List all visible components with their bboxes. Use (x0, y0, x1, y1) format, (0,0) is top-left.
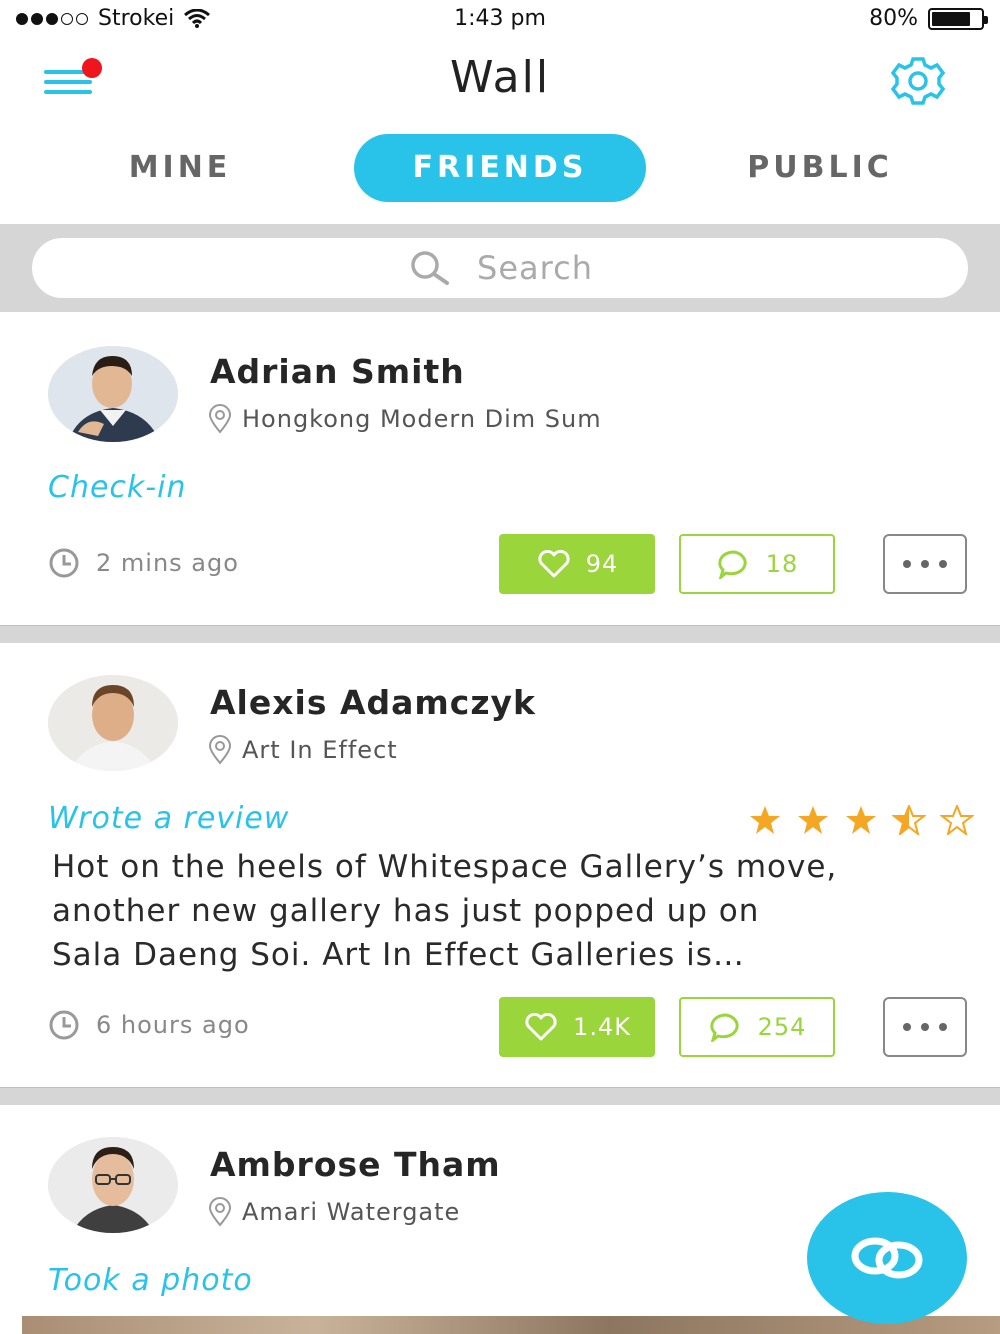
location-pin-icon (208, 735, 232, 765)
more-button[interactable] (883, 534, 967, 594)
post-card: Alexis Adamczyk Art In Effect Wrote a re… (0, 643, 1000, 1087)
activity-label: Wrote a review (48, 801, 290, 836)
like-button[interactable]: 1.4K (499, 997, 655, 1057)
search-placeholder: Search (477, 249, 593, 287)
review-line: Sala Daeng Soi. Art In Effect Galleries … (52, 937, 745, 973)
comment-icon (709, 1013, 739, 1042)
star-icon (798, 806, 828, 834)
gear-icon (890, 57, 946, 105)
post-photo[interactable] (22, 1316, 1000, 1334)
more-dot-icon (939, 560, 947, 568)
settings-button[interactable] (888, 56, 948, 106)
comment-icon (718, 550, 747, 579)
review-text[interactable]: Hot on the heels of Whitespace Gallery’s… (52, 845, 972, 977)
linked-rings-icon (851, 1237, 923, 1279)
post-location[interactable]: Hongkong Modern Dim Sum (208, 404, 602, 434)
star-icon (846, 806, 876, 834)
post-author-name[interactable]: Adrian Smith (210, 352, 465, 391)
heart-icon (538, 549, 570, 578)
time-label: 2 mins ago (96, 549, 239, 577)
star-icon (750, 806, 780, 834)
status-bar: Strokei 1:43 pm 80% (0, 0, 1000, 40)
page-title: Wall (449, 52, 551, 103)
segment-tabs: MINE FRIENDS PUBLIC (0, 130, 1000, 206)
search-input[interactable]: Search (32, 238, 968, 298)
post-author-name[interactable]: Ambrose Tham (210, 1145, 501, 1184)
card-divider (0, 625, 1000, 643)
activity-label: Took a photo (48, 1263, 253, 1298)
more-dot-icon (921, 560, 929, 568)
comment-count: 254 (757, 1013, 807, 1041)
card-divider (0, 1087, 1000, 1105)
heart-icon (525, 1012, 557, 1041)
post-time: 2 mins ago (46, 548, 239, 578)
battery-icon (928, 7, 988, 30)
tab-friends[interactable]: FRIENDS (354, 134, 646, 202)
floating-action-button[interactable] (807, 1192, 967, 1324)
search-bar: Search (0, 224, 1000, 312)
post-location[interactable]: Art In Effect (208, 735, 398, 765)
time-label: 6 hours ago (96, 1011, 250, 1039)
activity-label: Check-in (48, 470, 187, 505)
post-time: 6 hours ago (46, 1010, 250, 1040)
rating-stars (748, 805, 974, 835)
location-pin-icon (208, 404, 232, 434)
clock-icon (49, 1010, 79, 1040)
location-name: Amari Watergate (242, 1198, 461, 1226)
clock-icon (49, 548, 79, 578)
more-dot-icon (903, 560, 911, 568)
star-half-icon (892, 805, 926, 835)
more-dot-icon (921, 1023, 929, 1031)
battery-percent: 80% (869, 6, 918, 31)
nav-bar: Wall (0, 40, 1000, 124)
avatar[interactable] (48, 675, 178, 771)
location-pin-icon (208, 1197, 232, 1227)
like-count: 1.4K (573, 1013, 631, 1041)
tab-mine[interactable]: MINE (40, 134, 320, 202)
like-button[interactable]: 94 (499, 534, 655, 594)
star-empty-icon (940, 805, 974, 835)
avatar[interactable] (48, 1137, 178, 1233)
status-right: 80% (869, 6, 988, 31)
post-author-name[interactable]: Alexis Adamczyk (210, 683, 536, 722)
more-dot-icon (903, 1023, 911, 1031)
more-button[interactable] (883, 997, 967, 1057)
location-name: Hongkong Modern Dim Sum (242, 405, 602, 433)
tab-public[interactable]: PUBLIC (680, 134, 960, 202)
avatar[interactable] (48, 346, 178, 442)
post-card: Adrian Smith Hongkong Modern Dim Sum Che… (0, 312, 1000, 624)
search-icon (411, 251, 450, 285)
comment-button[interactable]: 254 (679, 997, 835, 1057)
more-dot-icon (939, 1023, 947, 1031)
post-location[interactable]: Amari Watergate (208, 1197, 460, 1227)
review-line: another new gallery has just popped up o… (52, 893, 760, 929)
comment-count: 18 (765, 550, 799, 578)
status-time: 1:43 pm (454, 6, 546, 31)
review-line: Hot on the heels of Whitespace Gallery’s… (52, 849, 838, 885)
comment-button[interactable]: 18 (679, 534, 835, 594)
location-name: Art In Effect (242, 736, 398, 764)
like-count: 94 (585, 550, 619, 578)
